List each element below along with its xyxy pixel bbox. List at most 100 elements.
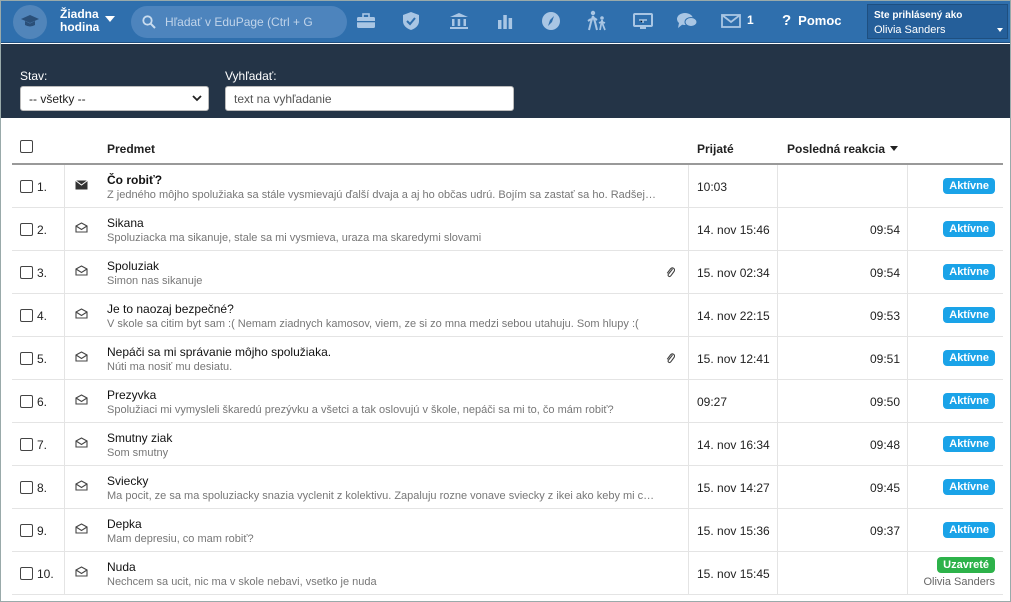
status-badge: Aktívne <box>943 307 995 323</box>
status-badge: Aktívne <box>943 436 995 452</box>
row-number: 9. <box>37 524 48 538</box>
column-divider <box>64 165 65 207</box>
message-subject[interactable]: Smutny ziak <box>107 431 172 445</box>
column-divider <box>907 552 908 594</box>
bar-chart-icon[interactable] <box>494 10 516 32</box>
edupage-logo-button[interactable] <box>13 5 47 39</box>
message-subject[interactable]: Je to naozaj bezpečné? <box>107 302 234 316</box>
row-checkbox[interactable] <box>20 395 33 408</box>
mail-icon[interactable] <box>720 10 742 32</box>
message-subject[interactable]: Spoluziak <box>107 259 159 273</box>
row-checkbox[interactable] <box>20 352 33 365</box>
last-reaction-time: 09:54 <box>869 266 900 280</box>
chat-icon[interactable] <box>676 10 698 32</box>
message-subject[interactable]: Sikana <box>107 216 144 230</box>
select-all-checkbox[interactable] <box>20 140 33 153</box>
column-divider <box>907 294 908 336</box>
message-subject[interactable]: Nepáči sa mi správanie môjho spolužiaka. <box>107 345 331 359</box>
status-select[interactable]: -- všetky -- <box>20 86 209 111</box>
received-time: 14. nov 15:46 <box>697 223 770 237</box>
column-divider <box>688 337 689 379</box>
last-reaction-time: 09:53 <box>869 309 900 323</box>
received-time: 14. nov 16:34 <box>697 438 770 452</box>
briefcase-icon[interactable] <box>355 10 377 32</box>
table-row[interactable]: 3. Spoluziak Simon nas sikanuje 15. nov 02:… <box>12 251 1003 294</box>
column-divider <box>688 466 689 508</box>
message-subject[interactable]: Sviecky <box>107 474 148 488</box>
table-row[interactable]: 7. Smutny ziak Som smutny 14. nov 16:34 09:4… <box>12 423 1003 466</box>
column-header-last-reaction[interactable]: Posledná reakcia <box>787 142 899 156</box>
status-badge: Aktívne <box>943 393 995 409</box>
column-divider <box>64 509 65 551</box>
column-divider <box>777 423 778 465</box>
bank-icon[interactable] <box>448 10 470 32</box>
row-number: 2. <box>37 223 48 237</box>
row-checkbox[interactable] <box>20 266 33 279</box>
row-checkbox[interactable] <box>20 438 33 451</box>
column-divider <box>688 251 689 293</box>
global-search-input[interactable] <box>165 13 341 31</box>
message-preview: Spoluziacka ma sikanuje, stale sa mi vys… <box>107 232 482 244</box>
message-preview: Ma pocit, ze sa ma spoluziacky snazia vy… <box>107 490 657 502</box>
status-filter-label: Stav: <box>20 69 48 83</box>
column-header-subject[interactable]: Predmet <box>107 142 155 156</box>
column-divider <box>907 509 908 551</box>
chevron-down-icon[interactable] <box>105 16 115 22</box>
screen-cast-icon[interactable] <box>632 10 654 32</box>
column-divider <box>907 208 908 250</box>
user-account-menu[interactable]: Ste prihlásený ako Olivia Sanders <box>867 4 1008 39</box>
column-divider <box>688 509 689 551</box>
table-row[interactable]: 4. Je to naozaj bezpečné? V skole sa citim… <box>12 294 1003 337</box>
last-reaction-time: 09:50 <box>869 395 900 409</box>
message-preview: Spolužiaci mi vymysleli škaredú prezývku… <box>107 404 614 416</box>
chevron-down-icon <box>997 28 1003 32</box>
row-checkbox[interactable] <box>20 180 33 193</box>
search-text-input[interactable] <box>225 86 514 111</box>
column-divider <box>777 466 778 508</box>
table-row[interactable]: 10. Nuda Nechcem sa ucit, nic ma v skole n… <box>12 552 1003 595</box>
help-button[interactable]: ? Pomoc <box>782 12 842 29</box>
row-checkbox[interactable] <box>20 223 33 236</box>
message-preview: Mam depresiu, co mam robiť? <box>107 533 254 545</box>
row-checkbox[interactable] <box>20 567 33 580</box>
compass-icon[interactable] <box>540 10 562 32</box>
column-divider <box>907 423 908 465</box>
mail-unread-count: 1 <box>747 13 754 27</box>
current-lesson-selector[interactable]: Žiadna hodina <box>60 8 99 34</box>
message-subject[interactable]: Prezyvka <box>107 388 156 402</box>
family-walk-icon[interactable] <box>586 10 608 32</box>
message-subject[interactable]: Čo robiť? <box>107 173 162 187</box>
table-row[interactable]: 9. Depka Mam depresiu, co mam robiť? 15. no… <box>12 509 1003 552</box>
message-subject[interactable]: Depka <box>107 517 142 531</box>
graduation-cap-icon <box>21 15 39 27</box>
column-divider <box>777 509 778 551</box>
table-row[interactable]: 2. Sikana Spoluziacka ma sikanuje, stale s… <box>12 208 1003 251</box>
column-divider <box>64 552 65 594</box>
shield-icon[interactable] <box>400 10 422 32</box>
search-filter-label: Vyhľadať: <box>225 69 277 83</box>
user-name: Olivia Sanders <box>874 24 946 36</box>
table-row[interactable]: 6. Prezyvka Spolužiaci mi vymysleli škared… <box>12 380 1003 423</box>
column-divider <box>64 337 65 379</box>
row-checkbox[interactable] <box>20 309 33 322</box>
table-row[interactable]: 1. Čo robiť? Z jedného môjho spolužiaka sa… <box>12 165 1003 208</box>
table-row[interactable]: 5. Nepáči sa mi správanie môjho spolužiak… <box>12 337 1003 380</box>
column-divider <box>64 380 65 422</box>
envelope-open-icon <box>75 480 88 494</box>
column-divider <box>64 423 65 465</box>
column-divider <box>777 294 778 336</box>
table-row[interactable]: 8. Sviecky Ma pocit, ze sa ma spoluziacky … <box>12 466 1003 509</box>
column-header-received[interactable]: Prijaté <box>697 142 734 156</box>
row-checkbox[interactable] <box>20 524 33 537</box>
sort-descending-icon <box>890 146 899 151</box>
last-reaction-time: 09:37 <box>869 524 900 538</box>
message-subject[interactable]: Nuda <box>107 560 136 574</box>
question-mark-icon: ? <box>782 12 792 29</box>
received-time: 15. nov 02:34 <box>697 266 770 280</box>
envelope-closed-icon <box>75 179 88 193</box>
row-number: 10. <box>37 567 54 581</box>
received-time: 15. nov 15:45 <box>697 567 770 581</box>
column-divider <box>777 337 778 379</box>
row-checkbox[interactable] <box>20 481 33 494</box>
envelope-open-icon <box>75 566 88 580</box>
